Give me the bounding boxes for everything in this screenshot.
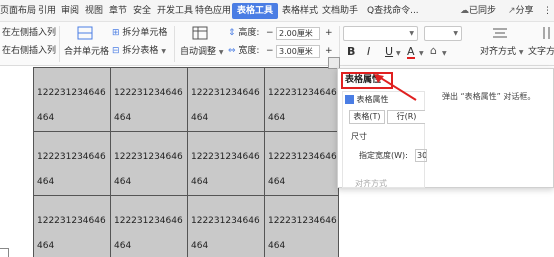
align-icon bbox=[493, 28, 507, 38]
annotation-arrow bbox=[374, 74, 417, 101]
chevron-down-icon: ▼ bbox=[442, 50, 447, 57]
menu-security[interactable]: 安全 bbox=[133, 4, 151, 18]
menu-table-tools[interactable]: 表格工具 bbox=[232, 3, 279, 19]
row-height-icon: ⇕ bbox=[228, 28, 236, 38]
menu-features[interactable]: 特色应用 bbox=[195, 4, 231, 18]
table-cell[interactable]: 122231234646 464 bbox=[33, 131, 111, 196]
table-cell[interactable]: 122231234646 464 bbox=[33, 195, 111, 257]
chevron-down-icon: ▼ bbox=[396, 50, 401, 57]
dialog-preview: 表格属性 表格(T) 行(R) 尺寸 指定宽度(W): 30 对齐方式 bbox=[342, 91, 427, 188]
underline-button[interactable]: U bbox=[385, 46, 393, 58]
align-section-label: 对齐方式 bbox=[355, 179, 387, 188]
merge-cells-button[interactable]: 合并单元格 bbox=[64, 46, 109, 58]
split-cell-button[interactable]: ⊞ 拆分单元格 bbox=[112, 27, 167, 39]
more-icon[interactable]: ⋮ bbox=[543, 4, 552, 18]
chevron-down-icon: ▼ bbox=[453, 30, 458, 37]
menu-view[interactable]: 视图 bbox=[85, 4, 103, 18]
split-cell-icon: ⊞ bbox=[112, 28, 120, 38]
width-input[interactable]: 3.00厘米 bbox=[276, 45, 320, 58]
table-cell[interactable]: 122231234646 464 bbox=[187, 131, 265, 196]
align-button[interactable]: 对齐方式 ▼ bbox=[480, 46, 524, 59]
tab-row: 行(R) bbox=[387, 110, 425, 124]
page-corner-marker bbox=[0, 248, 9, 257]
split-table-icon: ⊟ bbox=[112, 46, 120, 56]
data-table: 122231234646 464 122231234646 464 12223123… bbox=[33, 67, 339, 257]
table-cell[interactable]: 122231234646 464 bbox=[264, 195, 339, 257]
table-cell[interactable]: 122231234646 464 bbox=[187, 195, 265, 257]
table-cell[interactable]: 122231234646 464 bbox=[110, 67, 188, 132]
chevron-down-icon: ▼ bbox=[419, 50, 424, 57]
width-increase-button[interactable]: + bbox=[325, 45, 333, 57]
table-properties-tooltip: 表格属性 弹出 “表格属性” 对话框。 表格属性 表格(T) 行(R) 尺寸 指… bbox=[337, 68, 554, 188]
table-row: 122231234646 464 122231234646 464 12223123… bbox=[33, 195, 339, 257]
merge-cells-icon bbox=[77, 26, 93, 40]
width-decrease-button[interactable]: − bbox=[266, 45, 274, 57]
command-search[interactable]: Q查找命令... bbox=[367, 4, 419, 18]
table-cell[interactable]: 122231234646 464 bbox=[264, 131, 339, 196]
menu-developer[interactable]: 开发工具 bbox=[157, 4, 193, 18]
height-decrease-button[interactable]: − bbox=[266, 27, 274, 39]
table-row: 122231234646 464 122231234646 464 12223123… bbox=[33, 131, 339, 196]
tooltip-description: 弹出 “表格属性” 对话框。 bbox=[442, 92, 536, 101]
share-button[interactable]: ↗分享 bbox=[508, 4, 534, 18]
col-width-icon: ⇔ bbox=[228, 46, 236, 56]
table-icon bbox=[345, 95, 354, 104]
cloud-icon: ☁ bbox=[460, 6, 469, 16]
table-cell[interactable]: 122231234646 464 bbox=[264, 67, 339, 132]
size-section-label: 尺寸 bbox=[351, 132, 367, 141]
tab-table: 表格(T) bbox=[349, 110, 385, 124]
menu-chapter[interactable]: 章节 bbox=[109, 4, 127, 18]
auto-adjust-button[interactable]: 自动调整 ▼ bbox=[180, 46, 224, 59]
menu-review[interactable]: 审阅 bbox=[61, 4, 79, 18]
chevron-down-icon: ▼ bbox=[518, 49, 524, 56]
table-cell[interactable]: 122231234646 464 bbox=[110, 195, 188, 257]
height-input[interactable]: 2.00厘米 bbox=[276, 27, 320, 40]
table-cell[interactable]: 122231234646 464 bbox=[110, 131, 188, 196]
text-direction-icon bbox=[543, 27, 550, 39]
chevron-down-icon: ▼ bbox=[409, 30, 414, 37]
ribbon-divider bbox=[174, 26, 175, 62]
font-color-button[interactable]: A bbox=[407, 46, 415, 59]
width-field-label: 指定宽度(W): bbox=[359, 151, 408, 160]
font-name-select[interactable]: ▼ bbox=[343, 26, 418, 41]
split-table-button[interactable]: ⊟ 拆分表格 ▼ bbox=[112, 45, 166, 58]
share-icon: ↗ bbox=[508, 6, 516, 16]
text-direction-button[interactable]: 文字方 bbox=[528, 46, 554, 58]
table-row: 122231234646 464 122231234646 464 12223123… bbox=[33, 67, 339, 132]
height-increase-button[interactable]: + bbox=[325, 27, 333, 39]
chevron-down-icon: ▼ bbox=[218, 49, 224, 56]
insert-column-right-button[interactable]: 在右侧插入列 bbox=[2, 45, 56, 57]
menu-doc-assistant[interactable]: 文档助手 bbox=[322, 4, 358, 18]
bold-button[interactable]: B bbox=[347, 46, 355, 58]
menu-references[interactable]: 引用 bbox=[38, 4, 56, 18]
text-style-icon[interactable]: ⌂ bbox=[430, 45, 437, 57]
width-field: 30 bbox=[415, 149, 427, 162]
ribbon-toolbar: 在左侧插入列 在右侧插入列 合并单元格 ⊞ 拆分单元格 ⊟ 拆分表格 ▼ 自动调… bbox=[0, 22, 554, 66]
auto-adjust-icon bbox=[192, 26, 208, 40]
width-label: ⇔ 宽度: bbox=[228, 46, 260, 56]
chevron-down-icon: ▼ bbox=[161, 48, 166, 55]
sync-status[interactable]: ☁已同步 bbox=[460, 4, 496, 18]
table-cell[interactable]: 122231234646 464 bbox=[187, 67, 265, 132]
italic-button[interactable]: I bbox=[367, 46, 370, 58]
height-label: ⇕ 高度: bbox=[228, 28, 260, 38]
menu-page-layout[interactable]: 页面布局 bbox=[0, 4, 36, 18]
insert-column-left-button[interactable]: 在左侧插入列 bbox=[2, 27, 56, 39]
menu-table-style[interactable]: 表格样式 bbox=[282, 4, 318, 18]
table-cell[interactable]: 122231234646 464 bbox=[33, 67, 111, 132]
font-size-select[interactable]: ▼ bbox=[424, 26, 462, 41]
ribbon-divider bbox=[59, 26, 60, 62]
menu-bar: 页面布局 引用 审阅 视图 章节 安全 开发工具 特色应用 表格工具 表格样式 … bbox=[0, 0, 554, 22]
